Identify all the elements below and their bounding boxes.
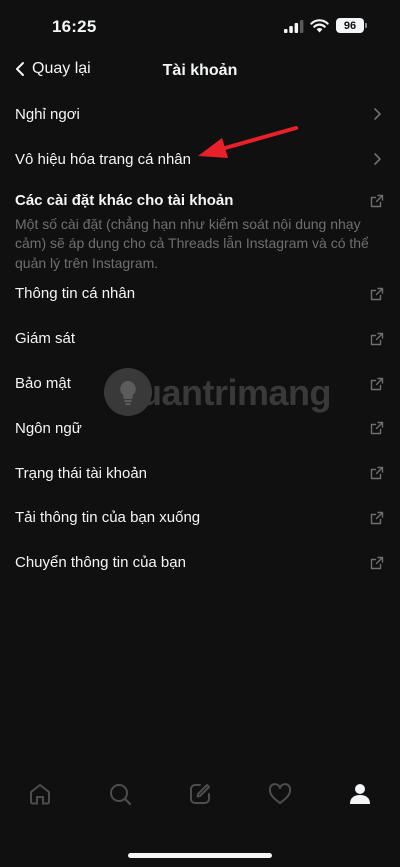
row-label: Vô hiệu hóa trang cá nhân	[15, 150, 191, 168]
external-link-icon	[370, 194, 384, 208]
bottom-tab-bar	[0, 780, 400, 830]
status-time: 16:25	[52, 17, 97, 36]
search-tab[interactable]	[106, 780, 134, 808]
row-label: Tải thông tin của bạn xuống	[15, 509, 201, 527]
settings-row-personal-info[interactable]: Thông tin cá nhân	[0, 272, 400, 317]
settings-row-download-info[interactable]: Tải thông tin của bạn xuống	[0, 496, 400, 541]
external-link-icon	[370, 511, 384, 525]
row-label: Giám sát	[15, 330, 76, 348]
settings-row-supervision[interactable]: Giám sát	[0, 316, 400, 361]
chevron-left-icon	[16, 62, 24, 76]
watermark-logo: uantrimang	[104, 366, 332, 422]
annotation-arrow-icon	[198, 126, 298, 158]
home-indicator	[128, 853, 272, 858]
compose-tab[interactable]	[186, 780, 214, 808]
external-link-icon	[370, 556, 384, 570]
battery-indicator: 96	[336, 18, 364, 33]
cellular-signal-icon	[284, 20, 304, 33]
activity-tab[interactable]	[266, 780, 294, 808]
search-icon	[110, 784, 132, 806]
home-icon	[30, 784, 50, 805]
row-label: Nghỉ ngơi	[15, 105, 80, 123]
section-title: Các cài đặt khác cho tài khoản	[15, 191, 234, 209]
settings-list: Nghỉ ngơi Vô hiệu hóa trang cá nhân Các …	[0, 92, 400, 585]
external-link-icon	[370, 466, 384, 480]
chevron-right-icon	[370, 107, 384, 121]
row-label: Trạng thái tài khoản	[15, 464, 148, 482]
external-link-icon	[370, 332, 384, 346]
back-button[interactable]: Quay lại	[14, 60, 91, 78]
battery-tip	[365, 23, 367, 28]
status-bar: 16:25 96	[0, 0, 400, 50]
row-label: Bảo mật	[15, 375, 71, 393]
chevron-right-icon	[370, 152, 384, 166]
wifi-icon	[310, 19, 329, 33]
row-label: Chuyển thông tin của bạn	[15, 554, 186, 572]
other-account-settings-section[interactable]: Các cài đặt khác cho tài khoản Một số cà…	[0, 182, 400, 272]
compose-icon	[190, 784, 210, 804]
settings-row-transfer-info[interactable]: Chuyển thông tin của bạn	[0, 540, 400, 585]
nav-header: Quay lại Tài khoản	[0, 52, 400, 92]
profile-icon	[350, 784, 370, 804]
external-link-icon	[370, 287, 384, 301]
row-label: Thông tin cá nhân	[15, 285, 136, 303]
watermark-text: uantrimang	[140, 372, 332, 413]
external-link-icon	[370, 377, 384, 391]
profile-tab[interactable]	[346, 780, 374, 808]
settings-row-account-status[interactable]: Trạng thái tài khoản	[0, 451, 400, 496]
back-label: Quay lại	[32, 60, 91, 77]
row-label: Ngôn ngữ	[15, 419, 82, 437]
home-tab[interactable]	[26, 780, 54, 808]
external-link-icon	[370, 421, 384, 435]
heart-icon	[268, 783, 292, 804]
section-description: Một số cài đặt (chẳng hạn như kiểm soát …	[15, 215, 369, 271]
